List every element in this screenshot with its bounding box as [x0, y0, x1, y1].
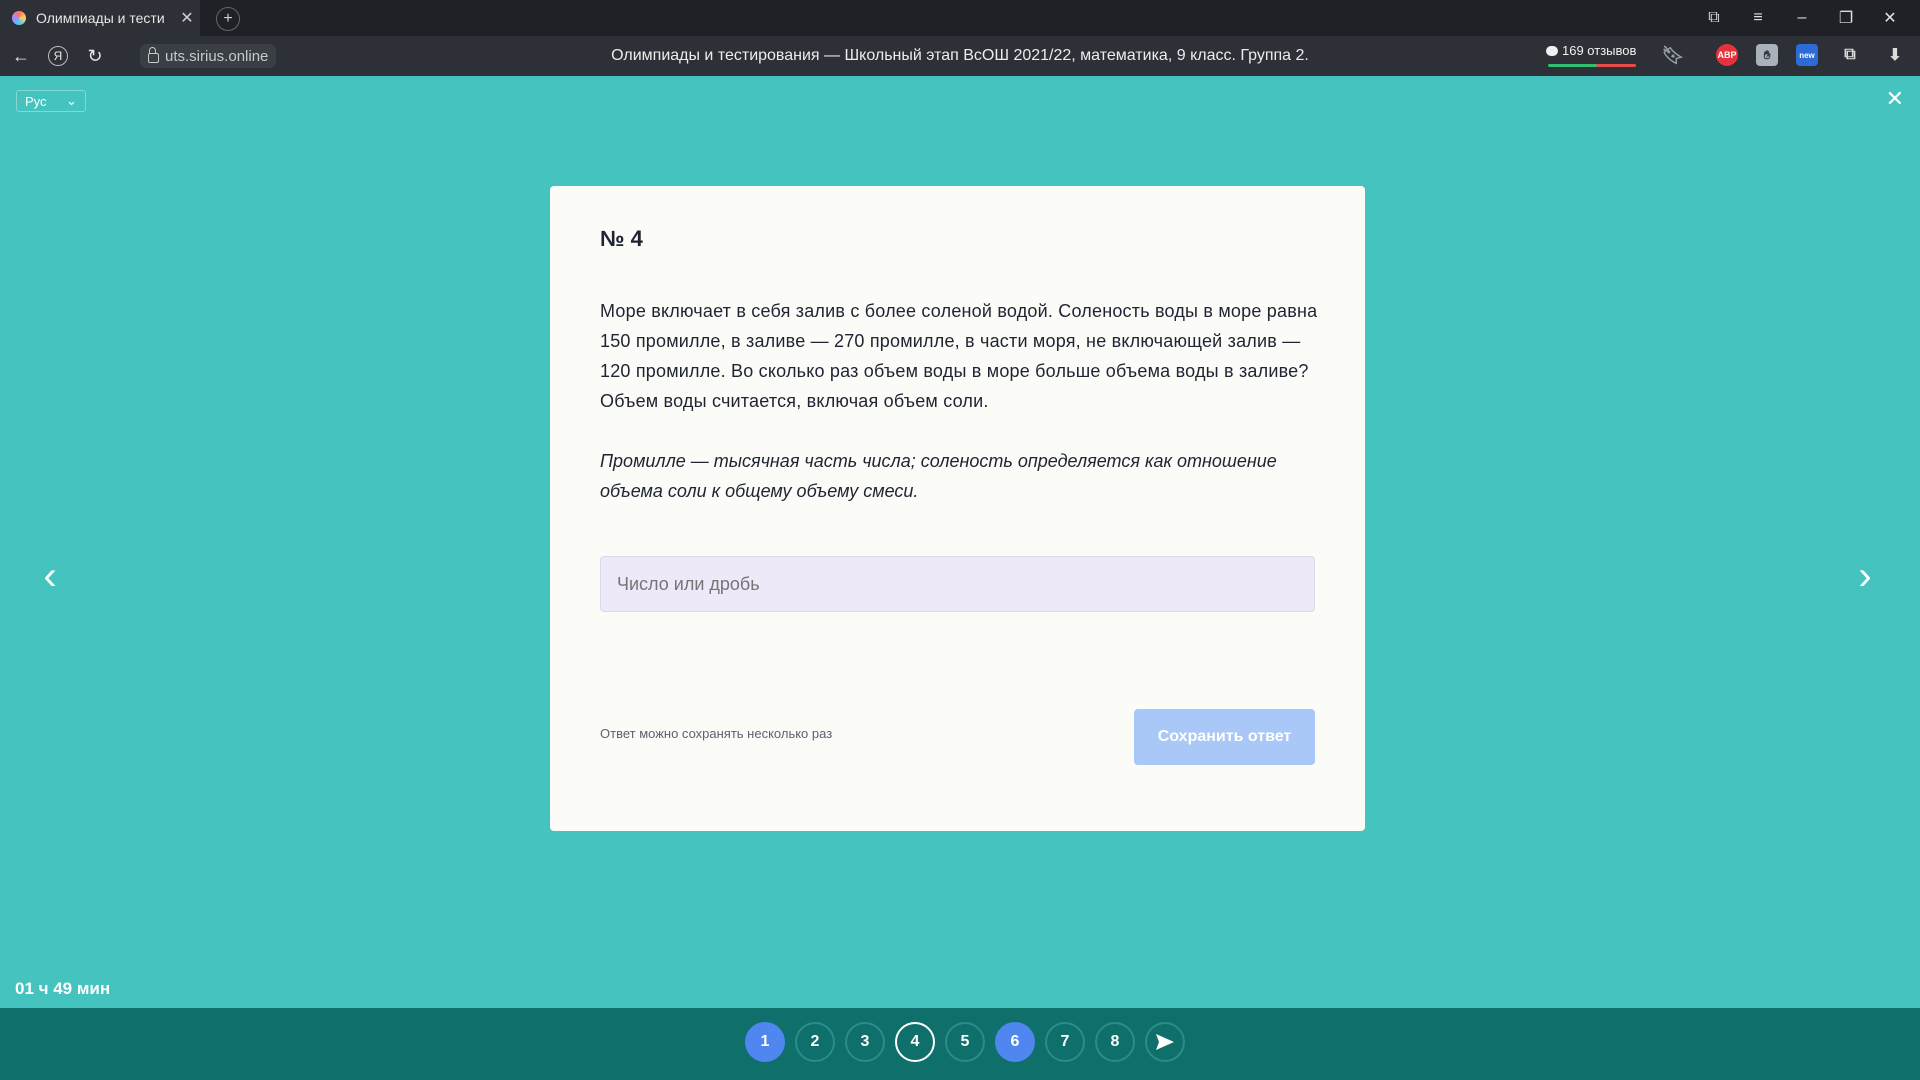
url-chip[interactable]: uts.sirius.online — [140, 44, 277, 68]
pager-item-8[interactable]: 8 — [1095, 1022, 1135, 1062]
question-number: № 4 — [600, 226, 643, 251]
reviews-count: 169 отзывов — [1562, 43, 1637, 58]
plus-icon: + — [223, 10, 233, 27]
menu-icon[interactable]: ≡ — [1744, 9, 1772, 27]
reviews-rating-bar — [1548, 64, 1637, 67]
hand-icon[interactable]: ✋︎ — [1756, 44, 1778, 66]
speech-bubble-icon — [1546, 45, 1558, 56]
restore-icon[interactable]: ❐ — [1832, 8, 1860, 28]
new-extension-icon[interactable]: new — [1796, 44, 1818, 66]
back-icon[interactable]: ← — [8, 43, 34, 69]
browser-tab[interactable]: Олимпиады и тестиров ✕ — [0, 0, 200, 36]
nav-buttons: ← Я ↻ — [8, 36, 108, 76]
language-select[interactable]: Рус ⌄ — [16, 90, 86, 112]
reload-icon[interactable]: ↻ — [82, 43, 108, 69]
adblock-plus-icon[interactable]: ABP — [1716, 44, 1738, 66]
site-favicon-icon — [12, 11, 26, 25]
extensions-icon[interactable]: ⧉ — [1839, 44, 1861, 66]
pager-item-1[interactable]: 1 — [745, 1022, 785, 1062]
tab-close-icon[interactable]: ✕ — [174, 8, 200, 28]
pager-item-7[interactable]: 7 — [1045, 1022, 1085, 1062]
close-window-icon[interactable]: ✕ — [1876, 8, 1904, 28]
question-pager: 1 2 3 4 5 6 7 8 — [745, 1022, 1185, 1062]
tab-title: Олимпиады и тестиров — [36, 10, 164, 26]
prev-question-chevron-left-icon[interactable]: ‹ — [30, 554, 70, 598]
bookmarks-icon[interactable]: ⧉ — [1700, 9, 1728, 27]
download-icon[interactable]: ⬇︎ — [1884, 44, 1906, 66]
timer: 01 ч 49 мин — [15, 979, 111, 998]
reviews-badge[interactable]: 169 отзывов — [1546, 43, 1637, 67]
pager-item-6[interactable]: 6 — [995, 1022, 1035, 1062]
language-label: Рус — [25, 93, 47, 109]
url-text: uts.sirius.online — [165, 47, 269, 65]
chevron-down-icon: ⌄ — [66, 93, 77, 108]
browser-titlebar: Олимпиады и тестиров ✕ + ⧉ ≡ – ❐ ✕ — [0, 0, 1920, 36]
bookmark-icon[interactable]: 🔖︎ — [1662, 44, 1685, 66]
next-question-chevron-right-icon[interactable]: › — [1845, 554, 1885, 598]
lock-icon — [148, 47, 159, 63]
browser-addressbar: ← Я ↻ uts.sirius.online Олимпиады и тест… — [0, 36, 1920, 76]
answer-input[interactable] — [600, 556, 1315, 612]
question-text: Море включает в себя залив с более солен… — [600, 301, 1318, 411]
close-icon[interactable]: ✕ — [1886, 86, 1904, 112]
question-note: Промилле — тысячная часть числа; соленос… — [600, 451, 1277, 501]
question-card: № 4 Море включает в себя залив с более с… — [550, 186, 1365, 831]
pager-item-5[interactable]: 5 — [945, 1022, 985, 1062]
save-hint: Ответ можно сохранять несколько раз — [600, 726, 833, 741]
yandex-icon[interactable]: Я — [48, 46, 68, 66]
pager-item-4[interactable]: 4 — [895, 1022, 935, 1062]
send-icon[interactable] — [1145, 1022, 1185, 1062]
new-tab-button[interactable]: + — [216, 7, 240, 31]
window-controls: ⧉ ≡ – ❐ ✕ — [1700, 0, 1920, 36]
pager-item-3[interactable]: 3 — [845, 1022, 885, 1062]
question-navigation-bar: 1 2 3 4 5 6 7 8 — [0, 1008, 1920, 1080]
minimize-icon[interactable]: – — [1788, 9, 1816, 27]
save-answer-button[interactable]: Сохранить ответ — [1134, 709, 1315, 765]
page-content: Рус ⌄ ✕ ‹ › № 4 Море включает в себя зал… — [0, 76, 1920, 1080]
pager-item-2[interactable]: 2 — [795, 1022, 835, 1062]
